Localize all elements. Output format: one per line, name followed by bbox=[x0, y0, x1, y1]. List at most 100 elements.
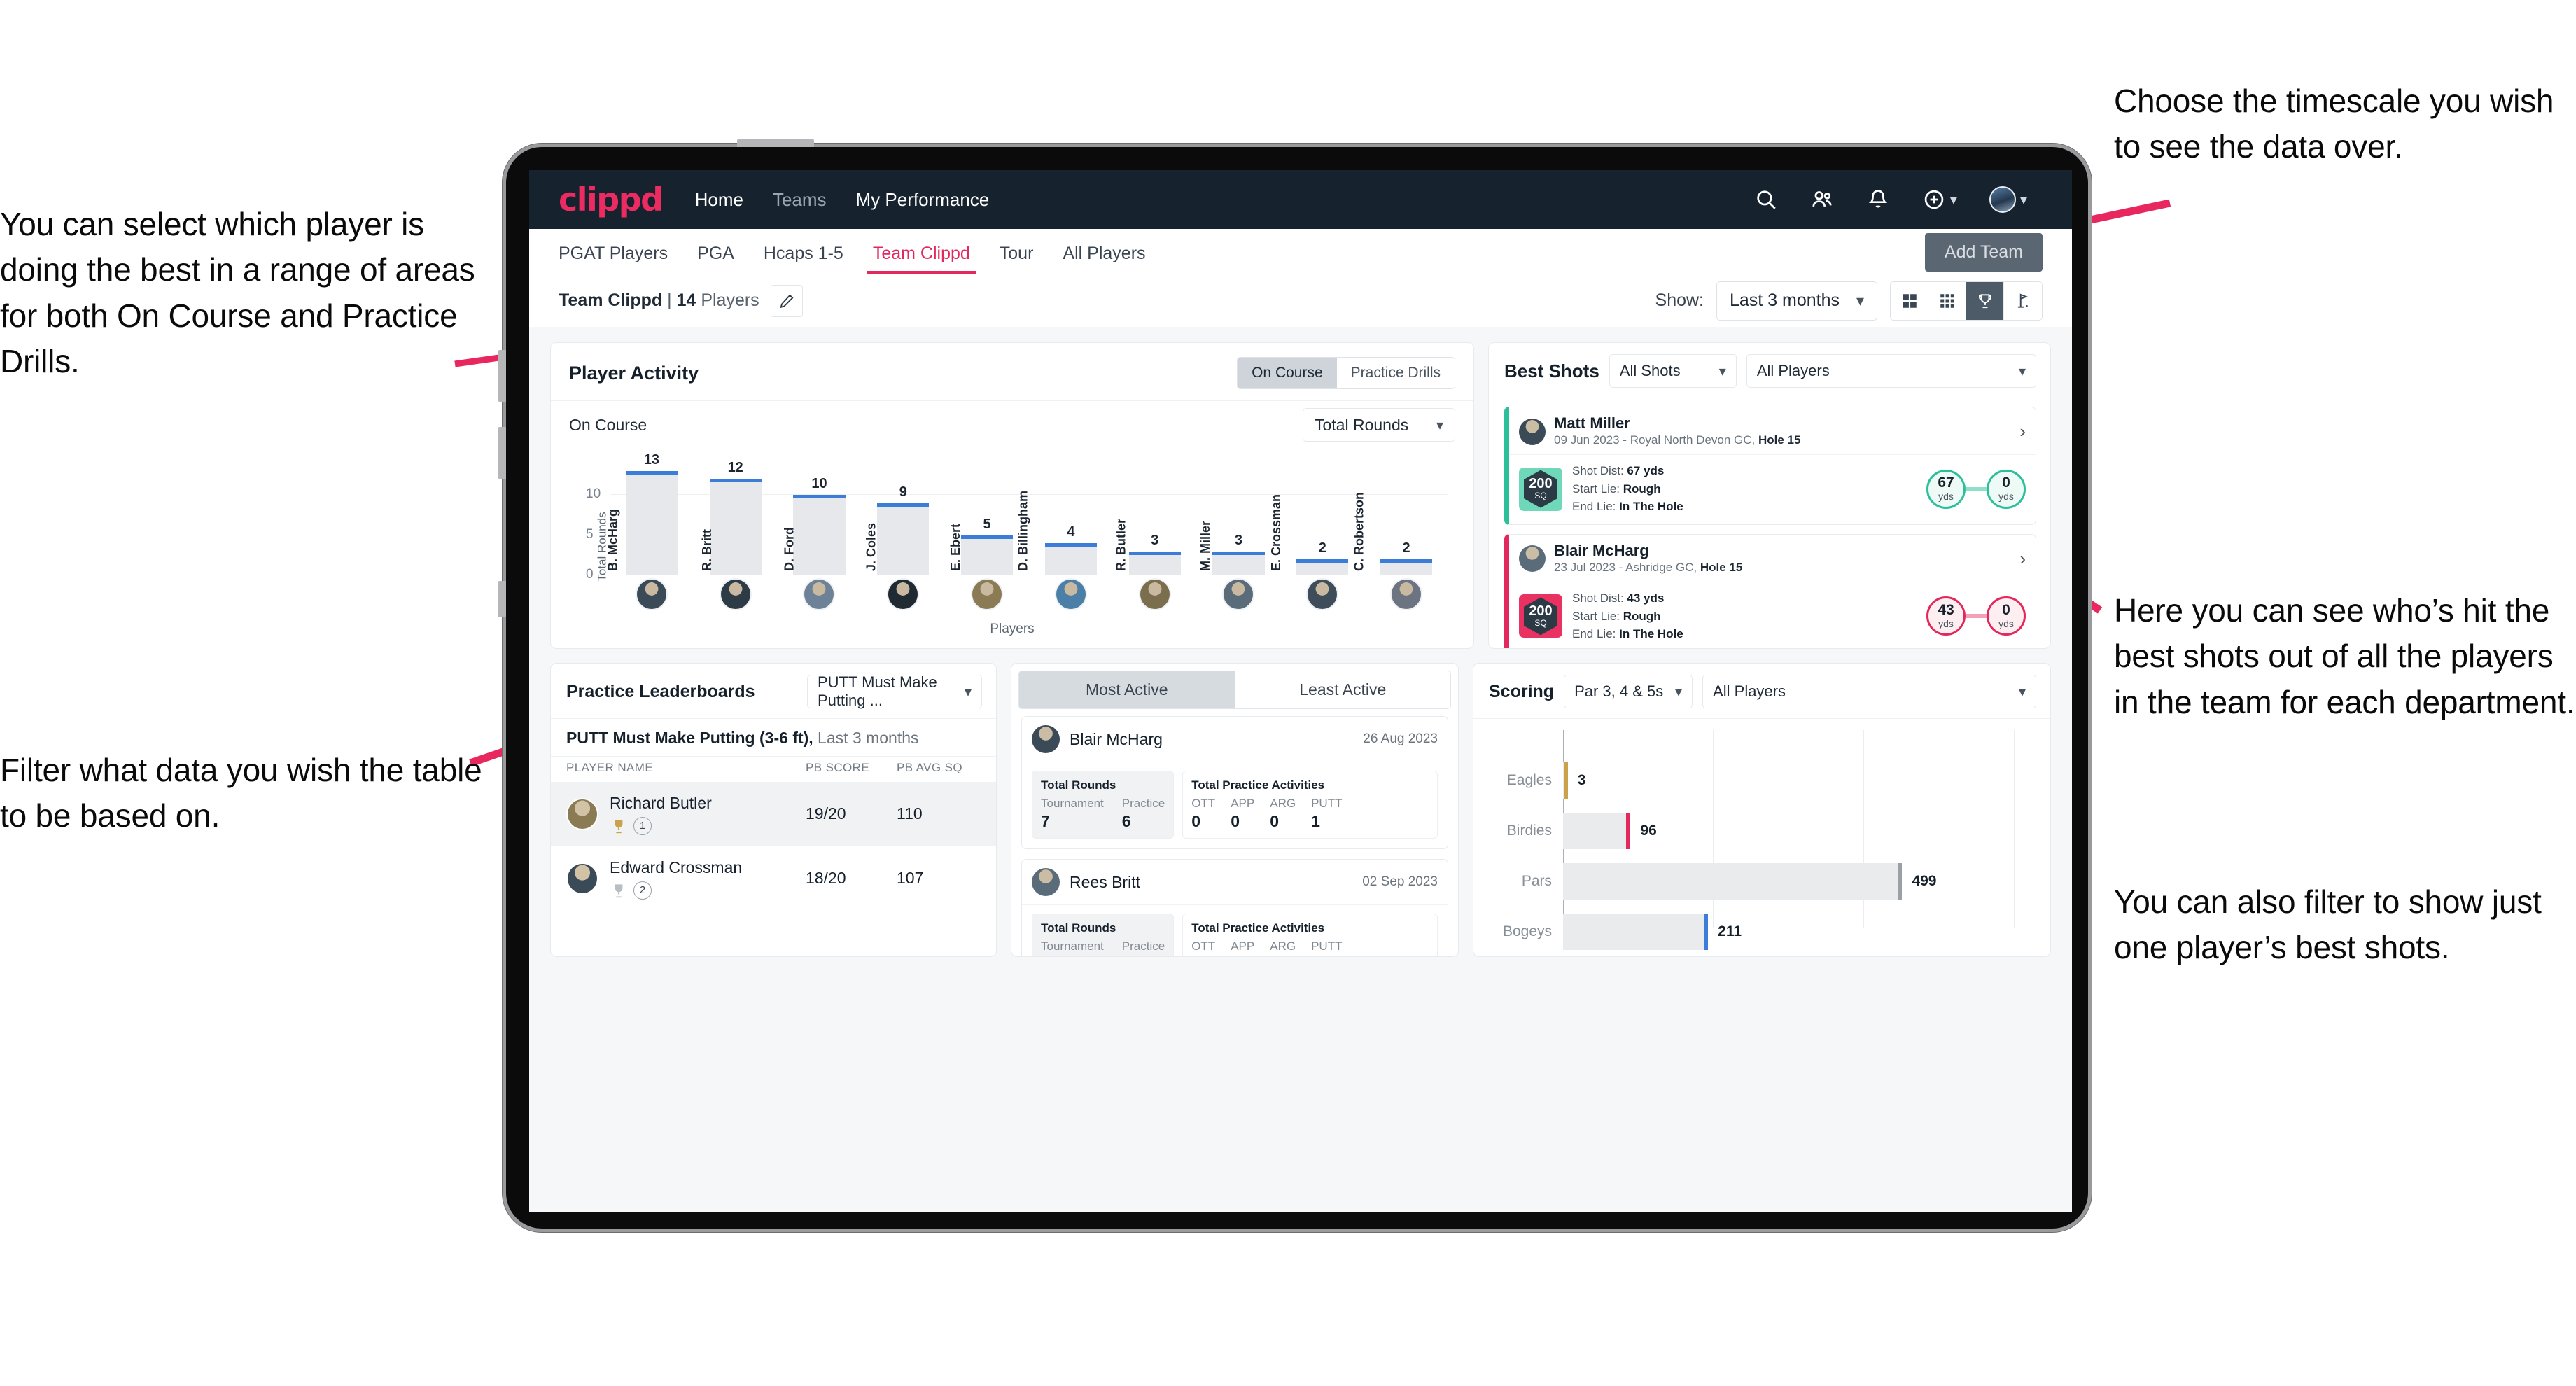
shot-meta: 09 Jun 2023 - Royal North Devon GC, Hole… bbox=[1554, 433, 1800, 449]
scoring-bar[interactable] bbox=[1563, 913, 1709, 950]
player-avatar[interactable] bbox=[803, 578, 836, 610]
bar[interactable]: 9 J. Coles bbox=[864, 484, 930, 575]
bar[interactable]: 3 M. Miller bbox=[1198, 521, 1265, 575]
view-toggle-grid-small[interactable] bbox=[1928, 281, 1966, 320]
list-item[interactable]: Rees Britt 02 Sep 2023 Total Rounds Tournam… bbox=[1021, 859, 1448, 956]
bar[interactable]: 3 R. Butler bbox=[1114, 519, 1181, 575]
nav-home[interactable]: Home bbox=[695, 189, 743, 211]
bar-column[interactable]: 3 R. Butler bbox=[1113, 463, 1197, 575]
bar[interactable]: 12 R. Britt bbox=[700, 460, 762, 575]
create-menu[interactable]: ▾ bbox=[1922, 188, 1957, 211]
bar-column[interactable]: 4 D. Billingham bbox=[1016, 463, 1113, 575]
bar-column[interactable]: 12 R. Britt bbox=[694, 460, 778, 575]
segment-on-course[interactable]: On Course bbox=[1238, 358, 1337, 388]
scoring-par-filter[interactable]: Par 3, 4 & 5s ▾ bbox=[1564, 675, 1693, 708]
bar[interactable]: 2 E. Crossman bbox=[1269, 494, 1349, 575]
bell-icon[interactable] bbox=[1866, 188, 1890, 211]
people-icon[interactable] bbox=[1810, 188, 1834, 211]
clippd-logo[interactable]: clippd bbox=[559, 181, 664, 218]
sq-value: 200 bbox=[1529, 603, 1553, 620]
grid-small-icon bbox=[1940, 293, 1954, 308]
player-avatar[interactable] bbox=[971, 578, 1004, 610]
scoring-bar[interactable] bbox=[1563, 813, 1631, 849]
tab-all-players[interactable]: All Players bbox=[1063, 244, 1145, 274]
scoring-row[interactable]: Eagles 3 bbox=[1489, 755, 2035, 806]
chevron-down-icon[interactable]: ▾ bbox=[1950, 191, 1957, 209]
tab-pgat-players[interactable]: PGAT Players bbox=[559, 244, 668, 274]
bar-column[interactable]: 10 D. Ford bbox=[778, 463, 862, 575]
bar[interactable]: 5 E. Ebert bbox=[948, 517, 1014, 575]
bar[interactable]: 2 C. Robertson bbox=[1352, 492, 1433, 575]
end-lie-line: End Lie: In The Hole bbox=[1572, 625, 1684, 643]
table-row[interactable]: Richard Butler 1 19/20 110 bbox=[551, 782, 996, 846]
player-avatar[interactable] bbox=[887, 578, 920, 610]
sq-unit: SQ bbox=[1534, 491, 1547, 501]
chevron-down-icon: ▾ bbox=[2018, 684, 2026, 700]
tab-most-active[interactable]: Most Active bbox=[1018, 671, 1236, 709]
player-badges: 1 bbox=[610, 816, 806, 835]
account-menu[interactable]: ▾ bbox=[1989, 186, 2027, 213]
player-avatar[interactable] bbox=[1054, 578, 1087, 610]
bar-column[interactable]: 2 C. Robertson bbox=[1352, 463, 1448, 575]
nav-my-performance[interactable]: My Performance bbox=[856, 189, 990, 211]
timescale-select[interactable]: Last 3 months ▾ bbox=[1716, 281, 1877, 321]
view-toggle-trophy[interactable] bbox=[1966, 281, 2004, 320]
shot-quality-badge: 200 SQ bbox=[1519, 467, 1562, 511]
bar[interactable]: 13 B. McHarg bbox=[606, 452, 678, 575]
chevron-right-icon[interactable]: › bbox=[2012, 421, 2026, 442]
add-team-button[interactable]: Add Team bbox=[1924, 233, 2043, 272]
annotation-right-bottom: You can also filter to show just one pla… bbox=[2114, 883, 2542, 966]
best-shots-shot-filter[interactable]: All Shots ▾ bbox=[1609, 354, 1737, 388]
player-avatar[interactable] bbox=[1306, 578, 1339, 610]
list-item[interactable]: Blair McHarg 26 Aug 2023 Total Rounds Tourn… bbox=[1021, 716, 1448, 849]
drill-select[interactable]: PUTT Must Make Putting ... ▾ bbox=[807, 673, 982, 709]
edit-team-button[interactable] bbox=[770, 284, 803, 317]
search-icon[interactable] bbox=[1754, 188, 1778, 211]
scoring-row[interactable]: Birdies 96 bbox=[1489, 806, 2035, 856]
bar-column[interactable]: 3 M. Miller bbox=[1197, 463, 1281, 575]
chevron-right-icon[interactable]: › bbox=[2012, 548, 2026, 570]
bar-category-label: E. Crossman bbox=[1269, 493, 1284, 571]
scoring-bar[interactable] bbox=[1563, 863, 1903, 899]
annotation-left-top: You can select which player is doing the… bbox=[0, 206, 475, 379]
view-toggle-grid-large[interactable] bbox=[1891, 281, 1928, 320]
scoring-bar[interactable] bbox=[1563, 762, 1568, 799]
chevron-down-icon[interactable]: ▾ bbox=[2020, 191, 2027, 209]
plus-circle-icon[interactable] bbox=[1922, 188, 1946, 211]
table-row[interactable]: Edward Crossman 2 18/20 107 bbox=[551, 846, 996, 911]
best-shot-card[interactable]: Matt Miller 09 Jun 2023 - Royal North Dev… bbox=[1504, 407, 2036, 525]
best-shot-card[interactable]: Blair McHarg 23 Jul 2023 - Ashridge GC, H… bbox=[1504, 533, 2036, 648]
rounds-col: Practice 6 bbox=[1121, 797, 1166, 830]
tablet-volume-up-button bbox=[498, 350, 506, 402]
player-avatar[interactable] bbox=[719, 578, 752, 610]
player-avatar[interactable] bbox=[1138, 578, 1171, 610]
tab-pga[interactable]: PGA bbox=[697, 244, 734, 274]
scoring-category-label: Bogeys bbox=[1502, 923, 1552, 939]
player-avatar[interactable] bbox=[1222, 578, 1255, 610]
bar[interactable]: 4 D. Billingham bbox=[1016, 491, 1098, 575]
scoring-row[interactable]: Pars 499 bbox=[1489, 856, 2035, 906]
scoring-player-filter[interactable]: All Players ▾ bbox=[1702, 675, 2036, 708]
tab-least-active[interactable]: Least Active bbox=[1235, 671, 1451, 709]
player-activity-metric-select[interactable]: Total Rounds ▾ bbox=[1303, 408, 1455, 442]
tab-team-clippd[interactable]: Team Clippd bbox=[867, 244, 976, 274]
bar-column[interactable]: 13 B. McHarg bbox=[606, 452, 694, 575]
bar[interactable]: 10 D. Ford bbox=[783, 476, 846, 575]
player-avatar[interactable] bbox=[1390, 578, 1423, 610]
tab-hcaps-1-5[interactable]: Hcaps 1-5 bbox=[764, 244, 844, 274]
avatar bbox=[1032, 725, 1060, 753]
tab-tour[interactable]: Tour bbox=[1000, 244, 1034, 274]
bar-column[interactable]: 9 J. Coles bbox=[861, 463, 945, 575]
player-avatar[interactable] bbox=[635, 578, 668, 610]
best-shots-player-filter[interactable]: All Players ▾ bbox=[1746, 354, 2036, 388]
scoring-row[interactable]: Bogeys 211 bbox=[1489, 906, 2035, 956]
segment-practice-drills[interactable]: Practice Drills bbox=[1336, 358, 1455, 388]
nav-teams[interactable]: Teams bbox=[773, 189, 827, 211]
rounds-col: Tournament 7 bbox=[1041, 797, 1104, 830]
bar-value-label: 2 bbox=[1318, 540, 1326, 556]
view-toggle-golf-flag[interactable] bbox=[2004, 281, 2042, 320]
from-value: 67 bbox=[1938, 474, 1954, 491]
chevron-down-icon: ▾ bbox=[1436, 417, 1443, 433]
avatar[interactable] bbox=[1989, 186, 2016, 213]
practice-leaderboards-card: Practice Leaderboards PUTT Must Make Put… bbox=[550, 663, 997, 957]
